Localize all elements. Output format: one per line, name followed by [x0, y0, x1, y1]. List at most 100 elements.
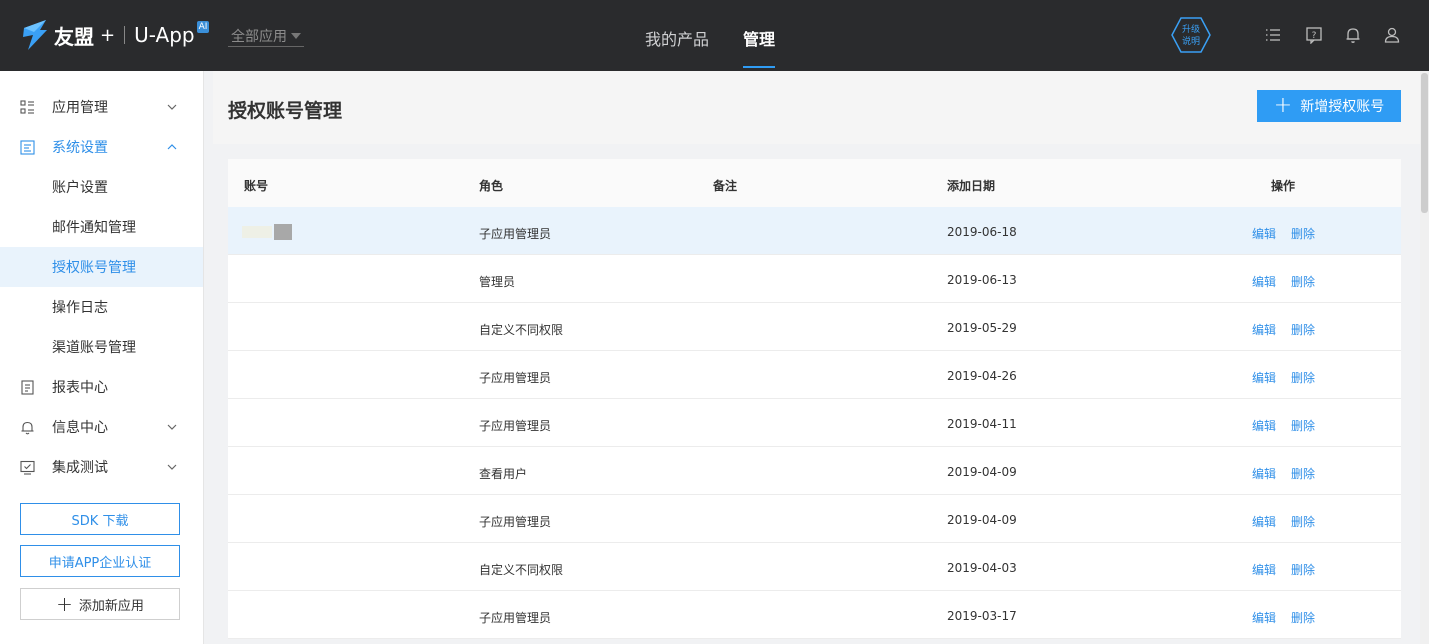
scrollbar[interactable]: [1420, 71, 1429, 644]
tab-manage[interactable]: 管理: [743, 26, 775, 50]
test-monitor-icon: [20, 460, 35, 475]
edit-link[interactable]: 编辑: [1252, 513, 1276, 530]
account-redacted: [242, 320, 294, 336]
page-title: 授权账号管理: [228, 100, 343, 122]
cell-date: 2019-04-09: [947, 465, 1017, 479]
cell-role: 自定义不同权限: [479, 563, 564, 577]
delete-link[interactable]: 删除: [1291, 225, 1315, 242]
account-redacted: [242, 272, 294, 288]
cell-role: 子应用管理员: [479, 371, 552, 385]
sidebar-item-label: 渠道账号管理: [52, 340, 136, 356]
sidebar-item-operation-log[interactable]: 操作日志: [0, 287, 203, 327]
edit-link[interactable]: 编辑: [1252, 225, 1276, 242]
hexagon-icon: 升级 说明: [1171, 17, 1211, 53]
delete-link[interactable]: 删除: [1291, 273, 1315, 290]
cell-date: 2019-03-17: [947, 609, 1017, 623]
app-select[interactable]: 全部应用: [228, 25, 304, 47]
edit-link[interactable]: 编辑: [1252, 609, 1276, 626]
sidebar-item-integration-test[interactable]: 集成测试: [0, 447, 203, 487]
account-redacted: [242, 560, 294, 576]
table-row[interactable]: 子应用管理员 2019-04-11 编辑 删除: [228, 399, 1401, 447]
table-row[interactable]: 自定义不同权限 2019-05-29 编辑 删除: [228, 303, 1401, 351]
sidebar-item-label: 应用管理: [52, 100, 108, 116]
cell-role: 子应用管理员: [479, 227, 552, 241]
sidebar-item-label: 账户设置: [52, 180, 108, 196]
add-authorized-account-button[interactable]: + 新增授权账号: [1257, 90, 1401, 122]
bell-icon: [21, 421, 34, 435]
delete-link[interactable]: 删除: [1291, 465, 1315, 482]
upgrade-info-badge[interactable]: 升级 说明: [1171, 16, 1211, 54]
header-account: 账号: [244, 179, 269, 193]
account-redacted: [242, 464, 294, 480]
brand-plus: +: [100, 24, 116, 46]
brand-name: 友盟: [54, 24, 94, 49]
edit-link[interactable]: 编辑: [1252, 273, 1276, 290]
caret-down-icon: [291, 32, 301, 39]
logo-divider: [124, 26, 126, 44]
sidebar-item-channel-accounts[interactable]: 渠道账号管理: [0, 327, 203, 367]
account-redacted: [242, 512, 294, 528]
account-redacted: [242, 368, 294, 384]
sidebar-item-label: 系统设置: [52, 140, 108, 156]
help-icon[interactable]: ?: [1305, 26, 1323, 44]
chevron-down-icon: [167, 104, 177, 110]
sidebar-item-label: 邮件通知管理: [52, 220, 136, 236]
sidebar-item-email-notifications[interactable]: 邮件通知管理: [0, 207, 203, 247]
delete-link[interactable]: 删除: [1291, 513, 1315, 530]
accounts-table: 账号 角色 备注 添加日期 操作 子应用管理员 2019-06-18 编辑 删除 管理员…: [228, 159, 1401, 639]
header-date: 添加日期: [947, 179, 996, 193]
edit-link[interactable]: 编辑: [1252, 465, 1276, 482]
table-row[interactable]: 子应用管理员 2019-03-17 编辑 删除: [228, 591, 1401, 639]
edit-link[interactable]: 编辑: [1252, 561, 1276, 578]
cell-role: 子应用管理员: [479, 515, 552, 529]
bell-icon[interactable]: [1344, 26, 1362, 44]
chevron-down-icon: [167, 464, 177, 470]
product-name: U-App: [134, 23, 195, 47]
table-row[interactable]: 管理员 2019-06-13 编辑 删除: [228, 255, 1401, 303]
delete-link[interactable]: 删除: [1291, 561, 1315, 578]
delete-link[interactable]: 删除: [1291, 369, 1315, 386]
delete-link[interactable]: 删除: [1291, 417, 1315, 434]
chevron-down-icon: [167, 424, 177, 430]
edit-link[interactable]: 编辑: [1252, 321, 1276, 338]
sdk-download-button[interactable]: SDK 下载: [20, 503, 180, 535]
sidebar-item-system-settings[interactable]: 系统设置: [0, 127, 203, 167]
sidebar-item-authorized-accounts[interactable]: 授权账号管理: [0, 247, 203, 287]
add-app-label: 添加新应用: [78, 598, 144, 614]
edit-link[interactable]: 编辑: [1252, 369, 1276, 386]
upgrade-line2: 说明: [1182, 35, 1200, 47]
edit-link[interactable]: 编辑: [1252, 417, 1276, 434]
delete-link[interactable]: 删除: [1291, 609, 1315, 626]
apps-grid-icon: [20, 100, 34, 114]
sidebar-item-message-center[interactable]: 信息中心: [0, 407, 203, 447]
sidebar-item-account-settings[interactable]: 账户设置: [0, 167, 203, 207]
enterprise-cert-button[interactable]: 申请APP企业认证: [20, 545, 180, 577]
sidebar-item-app-management[interactable]: 应用管理: [0, 87, 203, 127]
table-row[interactable]: 查看用户 2019-04-09 编辑 删除: [228, 447, 1401, 495]
table-row[interactable]: 子应用管理员 2019-04-26 编辑 删除: [228, 351, 1401, 399]
sidebar-item-label: 授权账号管理: [52, 260, 136, 276]
cell-role: 子应用管理员: [479, 611, 552, 625]
list-icon[interactable]: [1264, 26, 1282, 44]
delete-link[interactable]: 删除: [1291, 321, 1315, 338]
tab-my-products[interactable]: 我的产品: [645, 26, 709, 50]
add-account-label: 新增授权账号: [1300, 99, 1385, 115]
sidebar-item-label: 操作日志: [52, 300, 108, 316]
logo[interactable]: 友盟 + U-App AI: [20, 18, 210, 52]
upgrade-line1: 升级: [1182, 23, 1200, 35]
table-row[interactable]: 自定义不同权限 2019-04-03 编辑 删除: [228, 543, 1401, 591]
enterprise-cert-label: 申请APP企业认证: [48, 555, 152, 571]
account-redacted: [242, 416, 294, 432]
user-icon[interactable]: [1383, 26, 1401, 44]
table-row[interactable]: 子应用管理员 2019-06-18 编辑 删除: [228, 207, 1401, 255]
scrollbar-thumb[interactable]: [1421, 73, 1428, 213]
table-row[interactable]: 子应用管理员 2019-04-09 编辑 删除: [228, 495, 1401, 543]
page-header: [213, 71, 1420, 144]
cell-date: 2019-06-18: [947, 225, 1017, 239]
ai-badge: AI: [196, 21, 210, 33]
add-app-button[interactable]: + 添加新应用: [20, 588, 180, 620]
active-tab-indicator: [743, 66, 775, 68]
cell-date: 2019-06-13: [947, 273, 1017, 287]
sidebar-item-report-center[interactable]: 报表中心: [0, 367, 203, 407]
cell-role: 自定义不同权限: [479, 323, 564, 337]
